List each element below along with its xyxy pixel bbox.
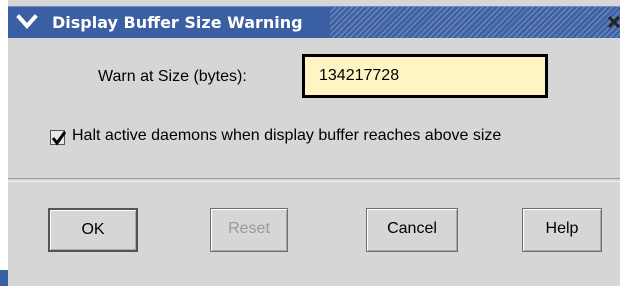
window-edge — [0, 270, 8, 286]
window-title: Display Buffer Size Warning — [52, 13, 303, 32]
dialog-content: Warn at Size (bytes): Halt active daemon… — [8, 38, 620, 286]
warn-size-label: Warn at Size (bytes): — [98, 68, 247, 85]
chevron-down-icon[interactable] — [16, 12, 38, 32]
cancel-button[interactable]: Cancel — [366, 208, 458, 252]
halt-daemons-checkbox[interactable] — [50, 130, 66, 146]
close-icon[interactable] — [606, 14, 620, 30]
halt-daemons-label[interactable]: Halt active daemons when display buffer … — [72, 127, 501, 145]
ok-button[interactable]: OK — [48, 208, 138, 252]
separator — [8, 178, 620, 182]
dialog-window: Display Buffer Size Warning Warn at Size… — [8, 0, 620, 286]
warn-size-input[interactable] — [302, 54, 548, 98]
reset-button[interactable]: Reset — [210, 208, 288, 252]
help-button[interactable]: Help — [522, 208, 602, 252]
title-bar[interactable]: Display Buffer Size Warning — [8, 6, 620, 38]
